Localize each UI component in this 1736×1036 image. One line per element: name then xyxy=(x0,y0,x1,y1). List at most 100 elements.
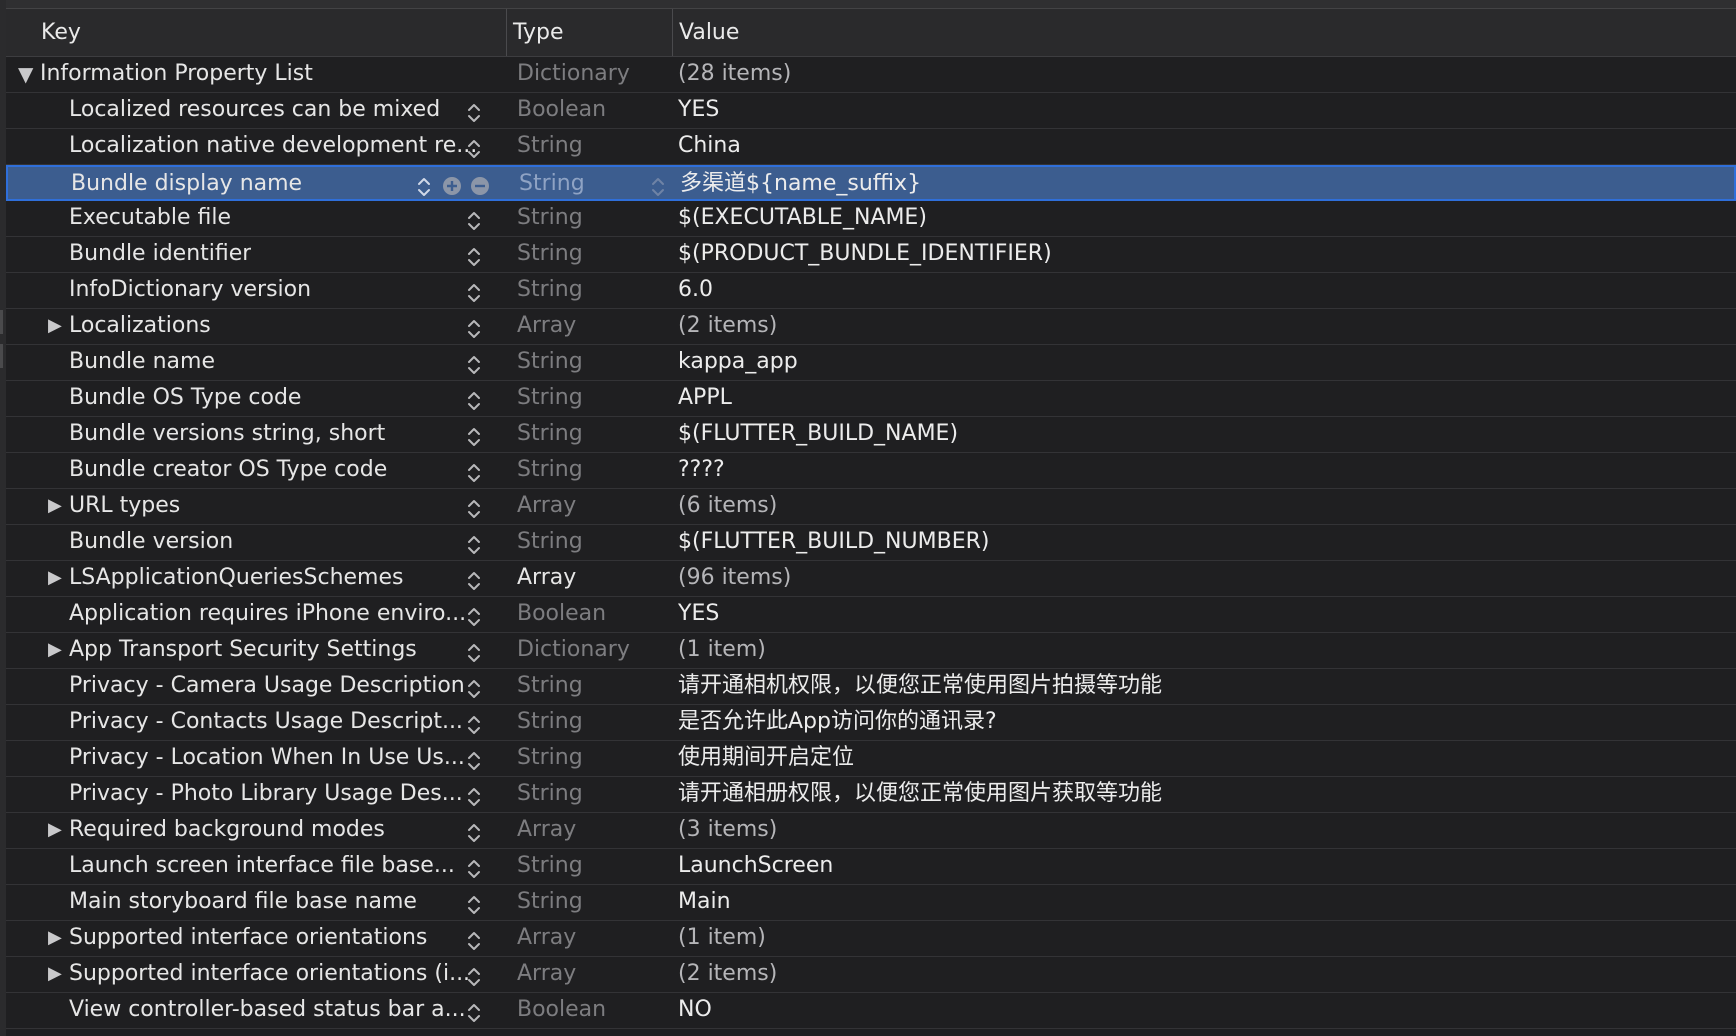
plist-row[interactable]: Localization native development re... Str… xyxy=(6,129,1736,165)
stepper-updown-icon[interactable] xyxy=(416,175,432,199)
row-type[interactable]: String xyxy=(517,273,583,309)
plist-row[interactable]: Bundle name String kappa_app xyxy=(6,345,1736,381)
plist-row[interactable]: Privacy - Camera Usage Description String… xyxy=(6,669,1736,705)
row-key[interactable]: Supported interface orientations xyxy=(69,921,427,957)
plist-row[interactable]: ▼ Information Property List Dictionary (28 … xyxy=(6,57,1736,93)
row-type[interactable]: String xyxy=(517,525,583,561)
stepper-updown-icon[interactable] xyxy=(466,893,482,917)
row-key[interactable]: App Transport Security Settings xyxy=(69,633,417,669)
row-key[interactable]: View controller-based status bar a... xyxy=(69,993,466,1029)
plist-row[interactable]: Localized resources can be mixed Boolean Y… xyxy=(6,93,1736,129)
disclosure-collapsed-icon[interactable]: ▶ xyxy=(48,633,62,669)
row-key[interactable]: InfoDictionary version xyxy=(69,273,311,309)
row-value[interactable]: Main xyxy=(678,885,731,921)
stepper-updown-icon[interactable] xyxy=(466,281,482,305)
stepper-updown-icon[interactable] xyxy=(466,497,482,521)
stepper-updown-icon[interactable] xyxy=(466,857,482,881)
row-key[interactable]: Privacy - Location When In Use Us... xyxy=(69,741,465,777)
column-header-type[interactable]: Type xyxy=(506,9,672,56)
disclosure-collapsed-icon[interactable]: ▶ xyxy=(48,813,62,849)
row-value[interactable]: 请开通相机权限，以便您正常使用图片拍摄等功能 xyxy=(678,669,1162,705)
stepper-updown-icon[interactable] xyxy=(466,245,482,269)
row-type[interactable]: Array xyxy=(517,561,576,597)
stepper-updown-icon[interactable] xyxy=(466,641,482,665)
plist-row[interactable]: ▶ Localizations Array (2 items) xyxy=(6,309,1736,345)
stepper-updown-icon[interactable] xyxy=(466,137,482,161)
plist-row[interactable]: Bundle OS Type code String APPL xyxy=(6,381,1736,417)
row-key[interactable]: Supported interface orientations (i... xyxy=(69,957,470,993)
plist-row[interactable]: ▶ URL types Array (6 items) xyxy=(6,489,1736,525)
row-value[interactable]: (6 items) xyxy=(678,489,777,525)
stepper-updown-icon[interactable] xyxy=(466,713,482,737)
row-key[interactable]: URL types xyxy=(69,489,180,525)
column-header-value[interactable]: Value xyxy=(672,9,1736,56)
row-value[interactable]: $(EXECUTABLE_NAME) xyxy=(678,201,927,237)
row-type[interactable]: String xyxy=(517,345,583,381)
row-type[interactable]: Boolean xyxy=(517,993,606,1029)
row-type[interactable]: String xyxy=(517,669,583,705)
plist-row[interactable]: View controller-based status bar a... Boo… xyxy=(6,993,1736,1029)
row-type[interactable]: String xyxy=(517,453,583,489)
plist-row[interactable]: InfoDictionary version String 6.0 xyxy=(6,273,1736,309)
disclosure-collapsed-icon[interactable]: ▶ xyxy=(48,489,62,525)
plist-row[interactable]: Application requires iPhone enviro... Boo… xyxy=(6,597,1736,633)
row-value[interactable]: NO xyxy=(678,993,712,1029)
row-type[interactable]: String xyxy=(517,741,583,777)
row-type[interactable]: String xyxy=(517,381,583,417)
row-type[interactable]: Array xyxy=(517,957,576,993)
row-key[interactable]: Required background modes xyxy=(69,813,385,849)
row-value[interactable]: 6.0 xyxy=(678,273,713,309)
disclosure-collapsed-icon[interactable]: ▶ xyxy=(48,309,62,345)
stepper-updown-icon[interactable] xyxy=(466,425,482,449)
row-key[interactable]: Privacy - Camera Usage Description xyxy=(69,669,465,705)
row-key[interactable]: Application requires iPhone enviro... xyxy=(69,597,466,633)
row-value[interactable]: 请开通相册权限，以便您正常使用图片获取等功能 xyxy=(678,777,1162,813)
row-value[interactable]: $(FLUTTER_BUILD_NUMBER) xyxy=(678,525,989,561)
disclosure-expanded-icon[interactable]: ▼ xyxy=(18,57,33,93)
row-value[interactable]: (96 items) xyxy=(678,561,791,597)
column-header-key[interactable]: Key xyxy=(6,9,506,56)
plist-row[interactable]: Privacy - Contacts Usage Descript... Stri… xyxy=(6,705,1736,741)
stepper-updown-icon[interactable] xyxy=(466,569,482,593)
stepper-updown-icon[interactable] xyxy=(466,389,482,413)
row-type[interactable]: Dictionary xyxy=(517,633,630,669)
plist-row[interactable]: Executable file String $(EXECUTABLE_NAME) xyxy=(6,201,1736,237)
row-type[interactable]: String xyxy=(517,705,583,741)
stepper-updown-icon[interactable] xyxy=(466,749,482,773)
plist-row[interactable]: Privacy - Photo Library Usage Des... Stri… xyxy=(6,777,1736,813)
row-key[interactable]: LSApplicationQueriesSchemes xyxy=(69,561,403,597)
disclosure-collapsed-icon[interactable]: ▶ xyxy=(48,921,62,957)
row-type[interactable]: Array xyxy=(517,921,576,957)
remove-row-icon[interactable] xyxy=(470,176,490,196)
type-stepper-icon[interactable] xyxy=(650,175,666,199)
row-type[interactable]: String xyxy=(519,167,585,203)
add-row-icon[interactable] xyxy=(442,176,462,196)
stepper-updown-icon[interactable] xyxy=(466,821,482,845)
row-value[interactable]: (2 items) xyxy=(678,309,777,345)
row-type[interactable]: String xyxy=(517,849,583,885)
disclosure-collapsed-icon[interactable]: ▶ xyxy=(48,957,62,993)
row-type[interactable]: Array xyxy=(517,489,576,525)
row-value[interactable]: (1 item) xyxy=(678,633,766,669)
row-value[interactable]: ???? xyxy=(678,453,725,489)
disclosure-collapsed-icon[interactable]: ▶ xyxy=(48,561,62,597)
plist-row[interactable]: Launch screen interface file base... Stri… xyxy=(6,849,1736,885)
row-value[interactable]: 是否允许此App访问你的通讯录? xyxy=(678,705,997,741)
row-value[interactable]: YES xyxy=(678,93,719,129)
row-value[interactable]: YES xyxy=(678,597,719,633)
row-key[interactable]: Information Property List xyxy=(40,57,313,93)
plist-row[interactable]: ▶ LSApplicationQueriesSchemes Array (96 ite… xyxy=(6,561,1736,597)
row-key[interactable]: Bundle OS Type code xyxy=(69,381,301,417)
stepper-updown-icon[interactable] xyxy=(466,677,482,701)
row-type[interactable]: Boolean xyxy=(517,597,606,633)
row-value[interactable]: $(PRODUCT_BUNDLE_IDENTIFIER) xyxy=(678,237,1052,273)
row-value[interactable]: $(FLUTTER_BUILD_NAME) xyxy=(678,417,958,453)
row-key[interactable]: Bundle version xyxy=(69,525,233,561)
row-value[interactable]: (3 items) xyxy=(678,813,777,849)
plist-row[interactable]: Main storyboard file base name String Main xyxy=(6,885,1736,921)
stepper-updown-icon[interactable] xyxy=(466,965,482,989)
plist-row[interactable]: Privacy - Location When In Use Us... Stri… xyxy=(6,741,1736,777)
row-key[interactable]: Localized resources can be mixed xyxy=(69,93,440,129)
row-key[interactable]: Executable file xyxy=(69,201,231,237)
stepper-updown-icon[interactable] xyxy=(466,605,482,629)
